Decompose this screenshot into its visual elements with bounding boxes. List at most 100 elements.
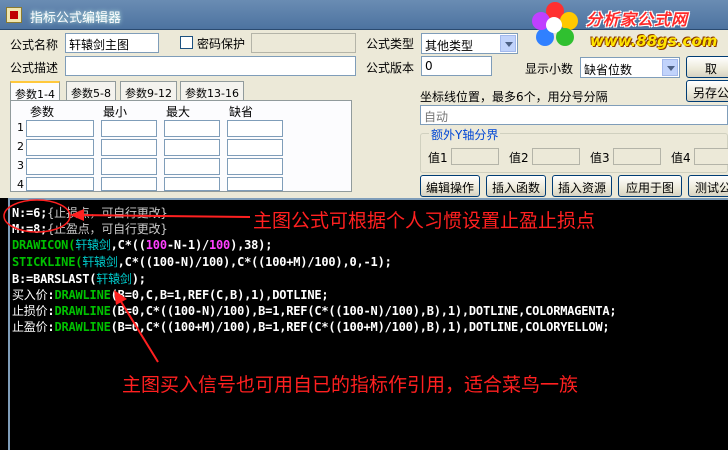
param-min-input[interactable]	[101, 158, 157, 175]
axis-position-placeholder: 自动	[424, 110, 449, 124]
password-checkbox[interactable]	[180, 36, 193, 49]
logo-url: www.88gs.com	[590, 32, 718, 50]
code-text: B:=BARSLAST(	[12, 272, 97, 286]
code-var: N:=6;	[12, 206, 48, 220]
formula-type-label: 公式类型	[366, 37, 415, 51]
code-text: (B=0,C*((100+M)/100),B=1,REF(C*((100+M)/…	[110, 320, 610, 334]
annotation-top: 主图公式可根据个人习惯设置止盈止损点	[253, 210, 596, 232]
decimals-label: 显示小数	[525, 62, 574, 76]
param-default-input[interactable]	[227, 177, 283, 191]
cancel-button[interactable]: 取	[686, 56, 728, 78]
code-text: (B=0,C,B=1,REF(C,B),1),DOTLINE;	[110, 288, 329, 302]
param-max-input[interactable]	[164, 177, 220, 191]
apply-to-chart-button[interactable]: 应用于图	[618, 175, 682, 197]
extra-y-axis-title: 额外Y轴分界	[429, 126, 501, 143]
insert-resource-button[interactable]: 插入资源	[552, 175, 612, 197]
save-as-button[interactable]: 另存公	[686, 80, 728, 102]
code-comment: {止盈点，可自行更改}	[47, 222, 168, 236]
param-name-input[interactable]	[26, 120, 94, 137]
code-line: B:=BARSLAST(轩辕剑);	[12, 270, 146, 287]
param-row-number: 1	[17, 121, 24, 134]
formula-type-value: 其他类型	[425, 39, 474, 53]
code-reference: 轩辕剑	[82, 255, 118, 269]
logo-name: 分析家公式网	[586, 10, 689, 29]
param-name-input[interactable]	[26, 158, 94, 175]
code-line: M:=8;{止盈点，可自行更改}	[12, 220, 168, 237]
code-line: STICKLINE(轩辕剑,C*((100-N)/100),C*((100+M)…	[12, 253, 392, 270]
code-function: DRAWICON(	[12, 238, 76, 252]
param-header-max: 最大	[166, 105, 191, 119]
axis-position-input[interactable]: 自动	[420, 105, 728, 125]
formula-desc-label: 公式描述	[10, 61, 59, 75]
code-text: );	[131, 272, 146, 286]
formula-form: 公式名称 轩辕剑主图 密码保护 公式类型 其他类型 公式描述 公式版本 0 显示…	[0, 30, 728, 198]
tab-params-1-4[interactable]: 参数1-4	[10, 81, 60, 102]
code-reference: 轩辕剑	[96, 272, 132, 286]
code-line: 止损价:DRAWLINE(B=0,C*((100-N)/100),B=1,REF…	[12, 302, 617, 319]
param-max-input[interactable]	[164, 120, 220, 137]
param-min-input[interactable]	[101, 177, 157, 191]
param-header-min: 最小	[103, 105, 128, 119]
code-number: 100	[145, 238, 167, 252]
param-name-input[interactable]	[26, 139, 94, 156]
formula-name-input[interactable]: 轩辕剑主图	[65, 33, 159, 53]
code-line: DRAWICON(轩辕剑,C*((100-N-1)/100),38);	[12, 236, 272, 253]
annotation-bottom: 主图买入信号也可用自已的指标作引用，适合菜鸟一族	[122, 374, 579, 396]
tab-params-5-8[interactable]: 参数5-8	[66, 81, 116, 100]
param-max-input[interactable]	[164, 139, 220, 156]
param-min-input[interactable]	[101, 120, 157, 137]
code-label: 止盈价	[12, 320, 48, 334]
value2-label: 值2	[509, 151, 529, 165]
param-name-input[interactable]	[26, 177, 94, 191]
password-input	[251, 33, 356, 53]
param-header-name: 参数	[30, 105, 55, 119]
value4-input[interactable]	[694, 148, 728, 165]
value4-label: 值4	[671, 151, 691, 165]
code-label: 止损价	[12, 304, 48, 318]
password-label: 密码保护	[197, 37, 246, 51]
param-default-input[interactable]	[227, 139, 283, 156]
value2-input[interactable]	[532, 148, 580, 165]
edit-ops-button[interactable]: 编辑操作	[420, 175, 480, 197]
param-header-default: 缺省	[229, 105, 254, 119]
value1-label: 值1	[428, 151, 448, 165]
chevron-down-icon	[500, 35, 516, 52]
formula-desc-input[interactable]	[65, 56, 356, 76]
code-editor[interactable]: N:=6;{止损点，可自行更改} M:=8;{止盈点，可自行更改} DRAWIC…	[8, 198, 728, 450]
app-icon	[6, 7, 22, 23]
param-max-input[interactable]	[164, 158, 220, 175]
code-line: 买入价:DRAWLINE(B=0,C,B=1,REF(C,B),1),DOTLI…	[12, 286, 329, 303]
tab-params-9-12[interactable]: 参数9-12	[120, 81, 177, 100]
params-panel: 参数 最小 最大 缺省 1 2 3 4	[10, 100, 352, 192]
formula-name-label: 公式名称	[10, 38, 59, 52]
code-comment: {止损点，可自行更改}	[47, 206, 168, 220]
test-formula-button[interactable]: 测试公	[688, 175, 728, 197]
insert-function-button[interactable]: 插入函数	[486, 175, 546, 197]
formula-version-input[interactable]: 0	[421, 56, 492, 76]
code-function: DRAWLINE	[54, 320, 111, 334]
formula-version-label: 公式版本	[366, 61, 415, 75]
code-text: ),38);	[230, 238, 273, 252]
extra-y-axis-group: 额外Y轴分界 值1 值2 值3 值4	[420, 126, 728, 173]
code-var: M:=8;	[12, 222, 48, 236]
value3-input[interactable]	[613, 148, 661, 165]
decimals-select[interactable]: 缺省位数	[580, 57, 680, 78]
window-title: 指标公式编辑器	[30, 11, 122, 26]
chevron-down-icon	[662, 59, 678, 76]
param-default-input[interactable]	[227, 158, 283, 175]
code-function: DRAWLINE	[54, 288, 111, 302]
value3-label: 值3	[590, 151, 610, 165]
code-reference: 轩辕剑	[75, 238, 111, 252]
formula-type-select[interactable]: 其他类型	[421, 33, 518, 54]
value1-input[interactable]	[451, 148, 499, 165]
flower-logo-icon	[530, 2, 580, 52]
axis-position-label: 坐标线位置，最多6个，用分号分隔	[420, 90, 608, 104]
code-line: 止盈价:DRAWLINE(B=0,C*((100+M)/100),B=1,REF…	[12, 318, 610, 335]
param-min-input[interactable]	[101, 139, 157, 156]
site-logo: 分析家公式网 www.88gs.com	[528, 0, 728, 54]
decimals-value: 缺省位数	[584, 63, 633, 77]
code-function: DRAWLINE	[54, 304, 111, 318]
param-default-input[interactable]	[227, 120, 283, 137]
tab-params-13-16[interactable]: 参数13-16	[180, 81, 244, 100]
code-label: 买入价	[12, 288, 48, 302]
